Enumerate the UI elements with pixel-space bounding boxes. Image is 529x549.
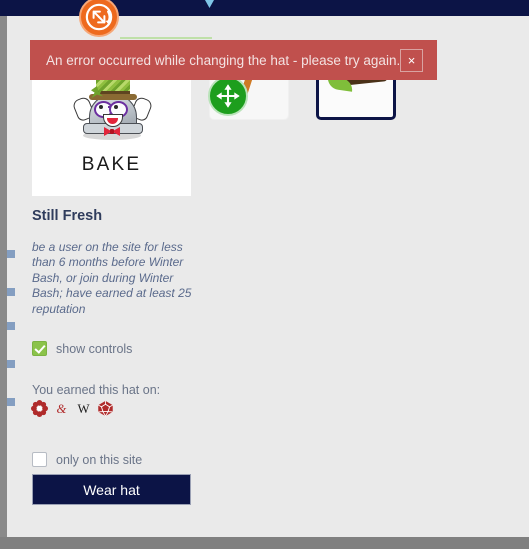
mascot-bowtie-knot: [110, 129, 114, 134]
worldbuilding-flower-icon: [31, 400, 48, 417]
move-handle[interactable]: [208, 76, 248, 116]
app-viewport: BAKE An error occurred while changing th…: [0, 0, 529, 549]
background-content-line: [7, 288, 15, 296]
rotate-resize-handle[interactable]: [79, 0, 119, 37]
page-scrollbar[interactable]: [0, 16, 7, 537]
d20-die-icon: [98, 400, 113, 417]
hat-preview-name: BAKE: [81, 154, 142, 175]
worldbuilding-site-icon[interactable]: [31, 400, 48, 417]
wikipedia-site-icon[interactable]: W: [75, 400, 92, 417]
svg-text:W: W: [77, 402, 90, 416]
background-content-line: [7, 322, 15, 330]
background-content-line: [7, 360, 15, 368]
only-on-this-site-checkbox-row[interactable]: only on this site: [32, 452, 142, 467]
show-controls-checkbox[interactable]: [32, 341, 47, 356]
error-close-button[interactable]: ×: [400, 48, 423, 72]
earned-site-icons: & W: [31, 400, 114, 417]
background-content-line: [7, 250, 15, 258]
only-on-this-site-checkbox[interactable]: [32, 452, 47, 467]
error-banner: An error occurred while changing the hat…: [30, 40, 437, 80]
earned-on-label: You earned this hat on:: [32, 383, 161, 397]
ampersand-icon: &: [57, 402, 67, 416]
hat-drag-guide-line: [120, 37, 212, 39]
rpg-site-icon[interactable]: [97, 400, 114, 417]
window-bottom-gutter: [0, 537, 529, 549]
move-arrows-icon: [216, 84, 240, 108]
show-controls-label: show controls: [56, 341, 133, 356]
mascot-eye-left: [99, 105, 103, 109]
rotate-resize-icon: [85, 3, 113, 31]
svg-text:&: &: [57, 402, 67, 416]
hat-description: be a user on the site for less than 6 mo…: [32, 240, 192, 316]
topbar-caret-icon: [205, 0, 214, 8]
mascot-glasses-bridge: [108, 106, 111, 109]
hat-title: Still Fresh: [32, 208, 103, 224]
w-letter-icon: W: [77, 402, 90, 416]
only-on-this-site-label: only on this site: [56, 452, 143, 467]
writing-site-icon[interactable]: &: [53, 400, 70, 417]
background-content-line: [7, 398, 15, 406]
show-controls-checkbox-row[interactable]: show controls: [32, 341, 132, 356]
wear-hat-button[interactable]: Wear hat: [32, 474, 191, 505]
mascot-eye-right: [114, 105, 118, 109]
error-message: An error occurred while changing the hat…: [46, 52, 401, 68]
